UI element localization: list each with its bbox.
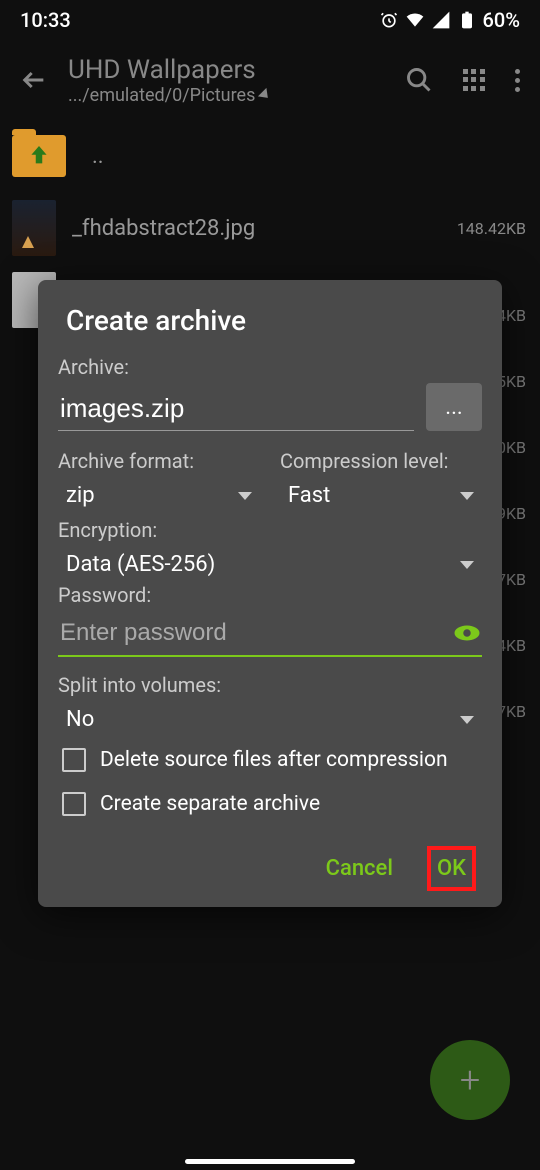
- encryption-value: Data (AES-256): [66, 552, 215, 577]
- delete-source-checkbox[interactable]: Delete source files after compression: [58, 738, 482, 782]
- archive-name-input[interactable]: [58, 389, 414, 431]
- status-time: 10:33: [20, 8, 71, 32]
- grid-view-icon[interactable]: [463, 69, 485, 91]
- file-name: _fhdabstract28.jpg: [72, 216, 441, 241]
- fab-add-button[interactable]: +: [430, 1040, 510, 1120]
- plus-icon: +: [460, 1059, 480, 1101]
- eye-icon[interactable]: [452, 618, 482, 648]
- dialog-title: Create archive: [58, 304, 482, 337]
- chevron-down-icon: [460, 561, 474, 569]
- chevron-down-icon: [460, 492, 474, 500]
- folder-up-row[interactable]: ..: [12, 120, 540, 192]
- alarm-icon: [379, 10, 399, 30]
- folder-up-icon: [12, 135, 66, 177]
- chevron-down-icon: [460, 716, 474, 724]
- file-size: 148.42KB: [457, 219, 526, 238]
- path-dropdown-icon: [258, 88, 272, 102]
- separate-archive-checkbox[interactable]: Create separate archive: [58, 782, 482, 826]
- chevron-down-icon: [238, 492, 252, 500]
- signal-icon: [431, 10, 451, 30]
- status-bar: 10:33 60%: [0, 0, 540, 40]
- page-title: UHD Wallpapers: [68, 55, 385, 85]
- compression-label: Compression level:: [280, 449, 482, 473]
- encryption-label: Encryption:: [58, 518, 482, 542]
- password-input[interactable]: [58, 611, 452, 655]
- archive-label: Archive:: [58, 355, 482, 379]
- app-bar: UHD Wallpapers .../emulated/0/Pictures: [0, 40, 540, 120]
- create-archive-dialog: Create archive Archive: ... Archive form…: [38, 280, 502, 907]
- format-label: Archive format:: [58, 449, 260, 473]
- split-select[interactable]: No: [58, 701, 482, 738]
- cancel-button[interactable]: Cancel: [320, 848, 399, 889]
- file-thumbnail: [12, 200, 56, 256]
- battery-percent: 60%: [483, 8, 520, 32]
- wifi-icon: [405, 10, 425, 30]
- battery-icon: [457, 10, 477, 30]
- list-item[interactable]: _fhdabstract28.jpg 148.42KB: [12, 192, 540, 264]
- split-label: Split into volumes:: [58, 673, 482, 697]
- checkbox-label: Create separate archive: [100, 792, 320, 816]
- format-select[interactable]: zip: [58, 477, 260, 514]
- nav-handle[interactable]: [185, 1159, 355, 1164]
- arrow-up-icon: [26, 142, 52, 168]
- password-label: Password:: [58, 583, 482, 607]
- status-icons: 60%: [379, 8, 520, 32]
- encryption-select[interactable]: Data (AES-256): [58, 546, 482, 583]
- checkbox-icon: [62, 792, 86, 816]
- ok-button[interactable]: OK: [427, 846, 476, 891]
- more-menu-icon[interactable]: [515, 69, 520, 92]
- compression-value: Fast: [288, 483, 330, 508]
- title-block[interactable]: UHD Wallpapers .../emulated/0/Pictures: [68, 55, 385, 106]
- breadcrumb: .../emulated/0/Pictures: [68, 85, 385, 106]
- folder-up-label: ..: [92, 144, 104, 169]
- split-value: No: [66, 707, 94, 732]
- checkbox-label: Delete source files after compression: [100, 748, 448, 772]
- search-icon[interactable]: [405, 66, 433, 94]
- archive-browse-button[interactable]: ...: [426, 383, 482, 431]
- compression-select[interactable]: Fast: [280, 477, 482, 514]
- back-icon[interactable]: [20, 66, 48, 94]
- format-value: zip: [66, 483, 95, 508]
- checkbox-icon: [62, 748, 86, 772]
